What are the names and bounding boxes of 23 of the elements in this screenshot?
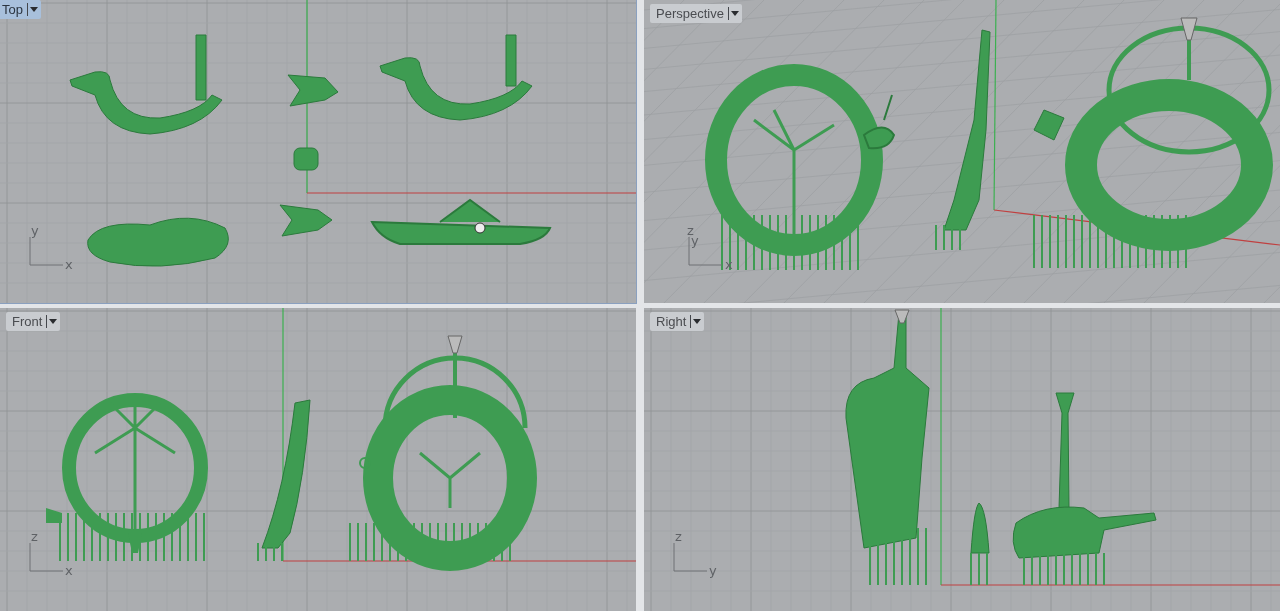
axis-label: z: [31, 529, 38, 544]
band-model-drawing: [293, 147, 319, 171]
clip-model-drawing: [279, 204, 333, 237]
axis-label: x: [65, 563, 73, 578]
axis-icon: [29, 542, 64, 572]
axis-label: z: [675, 529, 682, 544]
axis-icon: [688, 236, 723, 266]
viewport-tab[interactable]: Perspective: [650, 4, 742, 23]
axis-label: y: [709, 563, 717, 578]
axis-icon: [673, 542, 708, 572]
axis-icon: [29, 236, 64, 266]
viewport-tab[interactable]: Right: [650, 312, 705, 331]
viewport-tab[interactable]: Top: [0, 0, 41, 19]
viewport-tab[interactable]: Front: [6, 312, 61, 331]
axis-label: y: [31, 223, 39, 238]
axis-label: z: [687, 223, 694, 238]
axis-label: y: [691, 233, 699, 248]
caret-icon: [730, 11, 739, 16]
clip-model-drawing: [287, 74, 339, 107]
caret-icon: [693, 319, 702, 324]
axis-label: x: [65, 257, 73, 272]
caret-icon: [49, 319, 58, 324]
caret-icon: [29, 7, 38, 12]
